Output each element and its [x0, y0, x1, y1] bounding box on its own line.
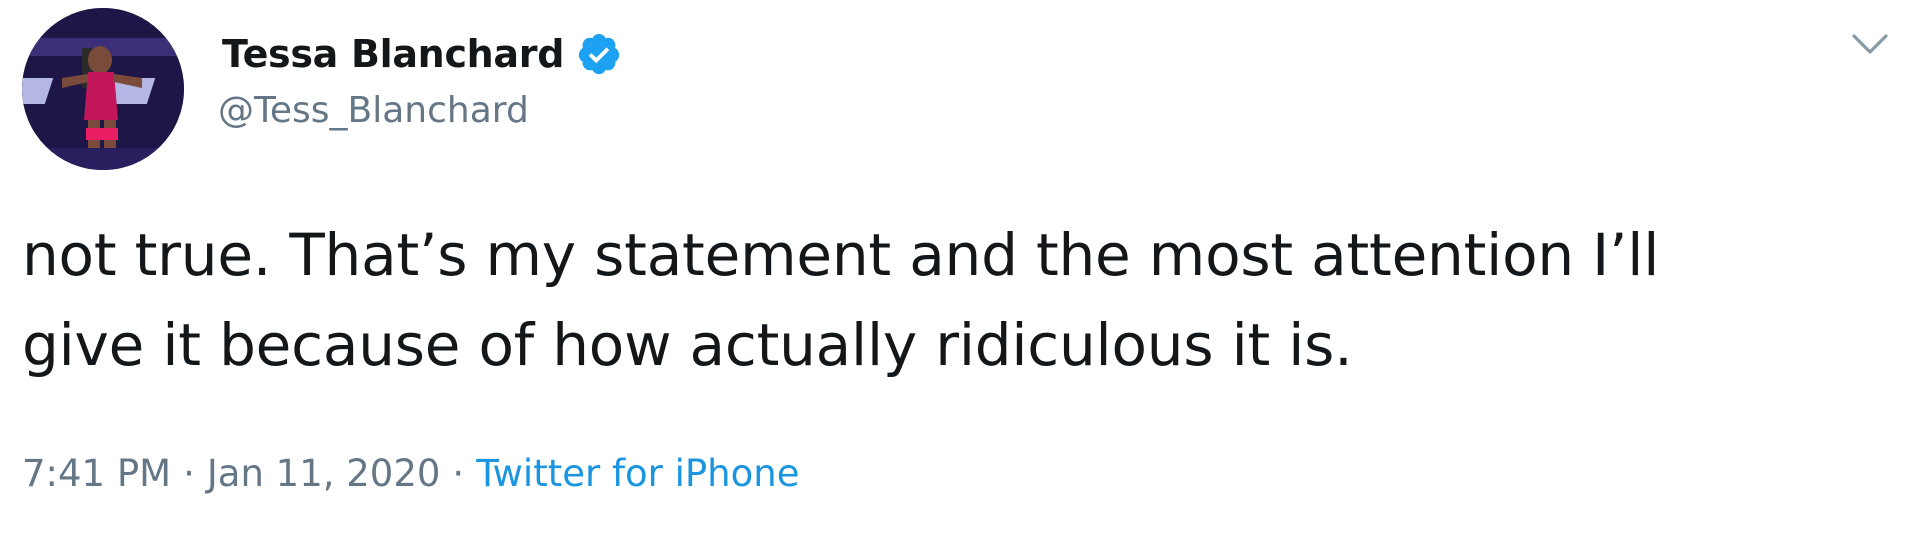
tweet-meta: 7:41 PM · Jan 11, 2020 · Twitter for iPh…	[22, 452, 800, 495]
author-name-row[interactable]: Tessa Blanchard	[222, 26, 622, 82]
tweet-card: Tessa Blanchard @Tess_Blanchard not true…	[0, 0, 1920, 539]
profile-avatar[interactable]	[22, 8, 184, 170]
avatar-image	[22, 8, 184, 170]
verified-badge-icon	[576, 31, 622, 77]
author-name[interactable]: Tessa Blanchard	[222, 32, 564, 76]
tweet-text-line: give it because of how actually ridiculo…	[22, 311, 1353, 379]
chevron-down-icon	[1852, 34, 1888, 54]
author-handle[interactable]: @Tess_Blanchard	[218, 90, 529, 131]
tweet-menu-button[interactable]	[1848, 26, 1892, 62]
tweet-source-link[interactable]: Twitter for iPhone	[476, 452, 799, 495]
tweet-time[interactable]: 7:41 PM	[22, 452, 171, 495]
meta-separator: ·	[452, 452, 465, 495]
tweet-text-line: not true. That’s my statement and the mo…	[22, 221, 1660, 289]
meta-separator: ·	[183, 452, 195, 495]
tweet-text: not true. That’s my statement and the mo…	[22, 210, 1902, 390]
tweet-date[interactable]: Jan 11, 2020	[207, 452, 441, 495]
